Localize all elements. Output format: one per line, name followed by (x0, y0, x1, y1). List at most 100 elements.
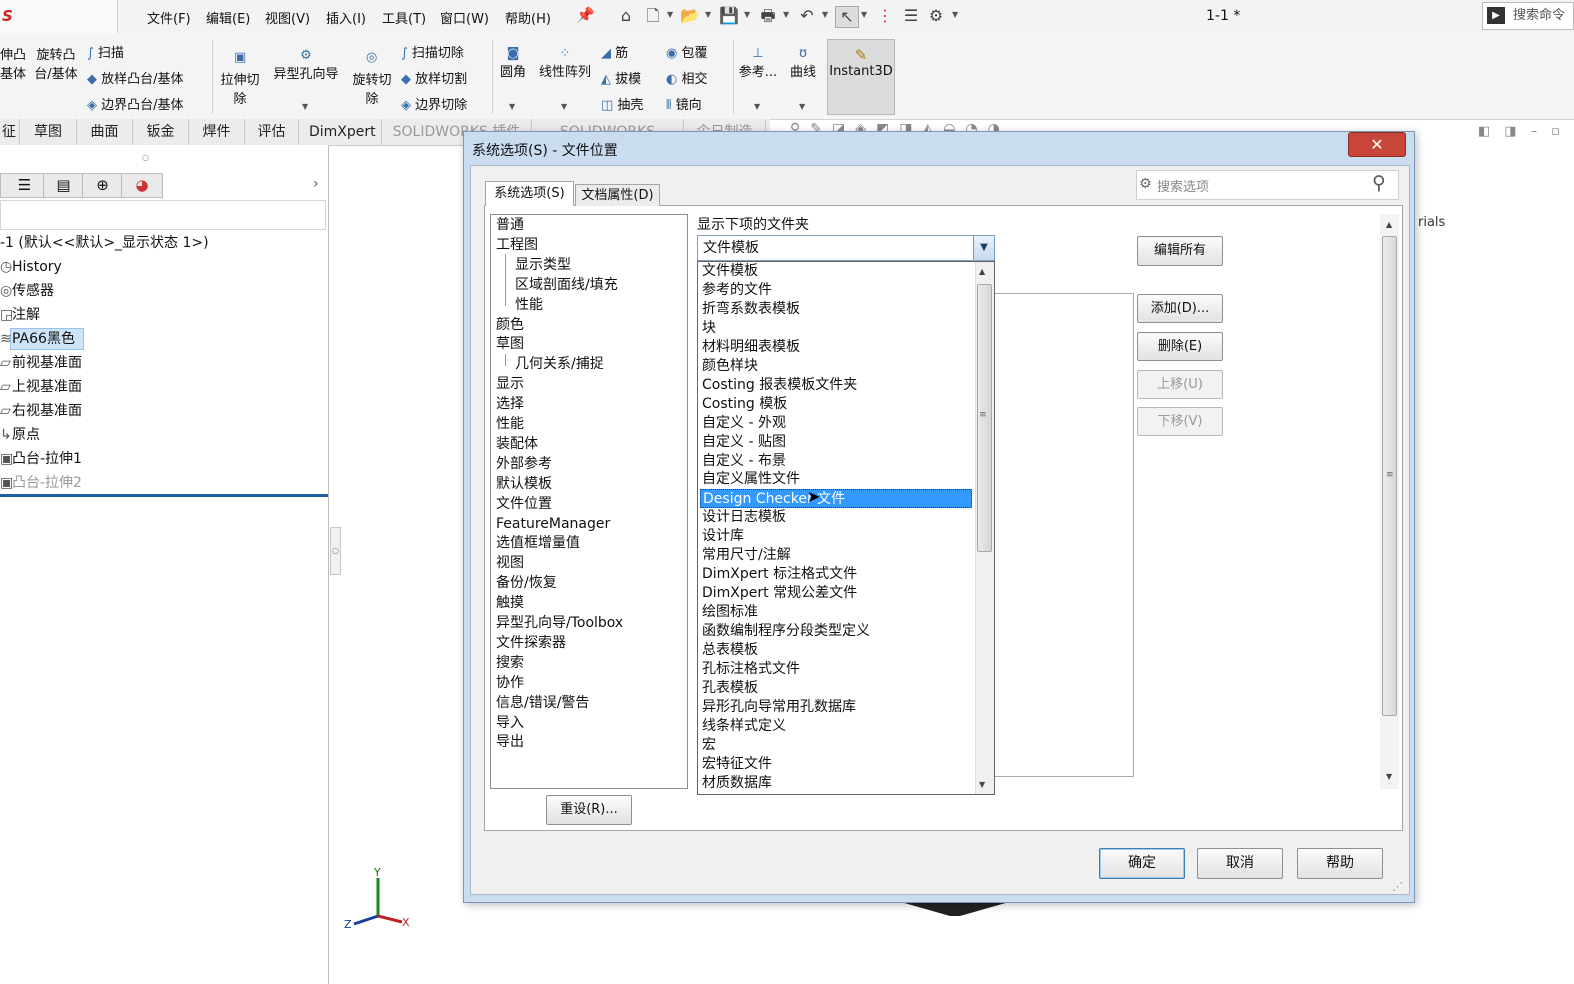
menu-insert[interactable]: 插入(I) (326, 8, 366, 27)
dropdown-option[interactable]: 线条样式定义 (700, 717, 972, 736)
chevron-down-icon[interactable]: ▼ (754, 102, 760, 111)
chevron-down-icon[interactable]: ▼ (705, 10, 711, 19)
scroll-down-icon[interactable]: ▼ (979, 780, 985, 789)
chevron-down-icon[interactable]: ▼ (822, 10, 828, 19)
chevron-down-icon[interactable]: ▼ (861, 10, 867, 19)
dropdown-option[interactable]: DimXpert 标注格式文件 (700, 565, 972, 584)
mirror-button[interactable]: ⫴ 镜向 (666, 94, 702, 113)
dropdown-option[interactable]: 函数编制程序分段类型定义 (700, 622, 972, 641)
chevron-down-icon[interactable]: ▼ (744, 10, 750, 19)
tree-item-front-plane[interactable]: ▱前视基准面 (0, 352, 82, 374)
category-item[interactable]: 草图 (496, 334, 524, 354)
scroll-up-icon[interactable]: ▲ (979, 267, 985, 276)
category-item[interactable]: 文件探索器 (496, 633, 566, 653)
menu-window[interactable]: 窗口(W) (440, 8, 489, 27)
tree-item-boss-extrude1[interactable]: ▣凸台-拉伸1 (0, 448, 82, 470)
chevron-down-icon[interactable]: ▼ (973, 236, 994, 260)
dropdown-option[interactable]: 材质数据库 (700, 774, 972, 793)
dropdown-option-selected[interactable]: Design Checker 文件 (700, 489, 972, 509)
move-up-button[interactable]: 上移(U) (1137, 370, 1223, 399)
dropdown-option[interactable]: 异形孔向导常用孔数据库 (700, 698, 972, 717)
dropdown-option[interactable]: 自定义 - 布景 (700, 452, 972, 471)
curves-button[interactable]: ʊ 曲线 (786, 44, 820, 82)
rollback-bar[interactable] (0, 494, 328, 497)
new-document-icon[interactable]: 🗋 (642, 6, 664, 26)
chevron-down-icon[interactable]: ▼ (799, 102, 805, 111)
ok-button[interactable]: 确定 (1099, 848, 1185, 879)
panel-grip-icon[interactable]: ○ (142, 153, 149, 162)
solidworks-logo[interactable]: S SOLIDWORKS (0, 0, 118, 58)
feature-tree-tab-icon[interactable]: ☰ (6, 174, 44, 197)
dropdown-option[interactable]: 设计库 (700, 527, 972, 546)
category-item[interactable]: 信息/错误/警告 (496, 693, 589, 713)
category-item[interactable]: 视图 (496, 553, 524, 573)
hole-wizard-button[interactable]: ⚙ 异型孔向导 (270, 46, 342, 84)
category-item[interactable]: 外部参考 (496, 454, 552, 474)
tab-features[interactable]: 征 (0, 119, 20, 145)
dropdown-option[interactable]: 自定义 - 外观 (700, 414, 972, 433)
add-button[interactable]: 添加(D)... (1137, 294, 1223, 323)
save-icon[interactable]: 💾 (718, 6, 740, 26)
category-item[interactable]: 普通 (496, 215, 524, 235)
dropdown-option[interactable]: 宏特征文件 (700, 755, 972, 774)
dropdown-option[interactable]: 设计日志模板 (700, 508, 972, 527)
tab-system-options[interactable]: 系统选项(S) (485, 181, 574, 206)
configuration-manager-tab-icon[interactable]: ⊕ (84, 174, 122, 197)
category-item[interactable]: 装配体 (496, 434, 538, 454)
reset-button[interactable]: 重设(R)... (546, 795, 632, 825)
category-item[interactable]: FeatureManager (496, 514, 610, 534)
tab-surfaces[interactable]: 曲面 (77, 119, 133, 145)
category-item[interactable]: 显示 (496, 374, 524, 394)
folder-path-list[interactable] (993, 293, 1134, 777)
tree-item-right-plane[interactable]: ▱右视基准面 (0, 400, 82, 422)
menu-edit[interactable]: 编辑(E) (206, 8, 250, 27)
tab-document-properties[interactable]: 文档属性(D) (575, 184, 660, 206)
revolve-boss-button[interactable]: 旋转凸 台/基体 (32, 46, 80, 84)
loft-boss-button[interactable]: ◆ 放样凸台/基体 (87, 68, 184, 87)
menu-view[interactable]: 视图(V) (265, 8, 310, 27)
chevron-down-icon[interactable]: ▼ (952, 10, 958, 19)
category-item[interactable]: 默认模板 (496, 474, 552, 494)
category-item[interactable]: 导入 (496, 713, 524, 733)
cancel-button[interactable]: 取消 (1197, 848, 1283, 879)
menu-tools[interactable]: 工具(T) (382, 8, 426, 27)
dropdown-option[interactable]: 绘图标准 (700, 603, 972, 622)
open-folder-icon[interactable]: 📂 (679, 6, 701, 26)
chevron-down-icon[interactable]: ▼ (302, 102, 308, 111)
dropdown-option[interactable]: 参考的文件 (700, 281, 972, 300)
boundary-boss-button[interactable]: ◈ 边界凸台/基体 (87, 94, 184, 113)
dropdown-option[interactable]: 宏 (700, 736, 972, 755)
dropdown-option[interactable]: 颜色样块 (700, 357, 972, 376)
dialog-close-button[interactable]: ✕ (1348, 132, 1406, 157)
linear-pattern-button[interactable]: ⁘ 线性阵列 (536, 44, 594, 82)
feature-tree-filter[interactable] (0, 200, 326, 230)
lofted-cut-button[interactable]: ◆ 放样切割 (401, 68, 467, 87)
tab-weldments[interactable]: 焊件 (189, 119, 245, 145)
dropdown-option[interactable]: 孔表模板 (700, 679, 972, 698)
chevron-down-icon[interactable]: ▼ (509, 102, 515, 111)
tab-sketch[interactable]: 草图 (20, 119, 77, 145)
category-item[interactable]: 几何关系/捕捉 (515, 354, 604, 374)
category-item[interactable]: 备份/恢复 (496, 573, 557, 593)
window-controls[interactable]: ◧◨–▫ (1478, 124, 1574, 139)
file-properties-icon[interactable]: ☰ (900, 6, 922, 26)
undo-icon[interactable]: ↶ (796, 6, 818, 26)
dropdown-option[interactable]: 块 (700, 319, 972, 338)
edit-all-button[interactable]: 编辑所有 (1137, 236, 1223, 266)
boundary-cut-button[interactable]: ◈ 边界切除 (401, 94, 467, 113)
dropdown-option[interactable]: Costing 报表模板文件夹 (700, 376, 972, 395)
instant3d-button[interactable]: ✎ Instant3D (827, 39, 895, 115)
tab-evaluate[interactable]: 评估 (245, 119, 299, 145)
category-item[interactable]: 导出 (496, 732, 524, 752)
chevron-down-icon[interactable]: ▼ (667, 10, 673, 19)
category-item[interactable]: 文件位置 (496, 494, 552, 514)
gear-icon[interactable]: ⚙ (925, 6, 947, 26)
dropdown-option[interactable]: 折弯系数表模板 (700, 300, 972, 319)
category-item[interactable]: 选值框增量值 (496, 533, 580, 553)
tree-item-top-plane[interactable]: ▱上视基准面 (0, 376, 82, 398)
panel-splitter-handle[interactable]: ○ (330, 527, 341, 575)
home-icon[interactable]: ⌂ (615, 6, 637, 26)
tab-dimxpert[interactable]: DimXpert (299, 119, 382, 145)
dropdown-option[interactable]: 孔标注格式文件 (700, 660, 972, 679)
dropdown-option[interactable]: 文件模板 (700, 262, 972, 281)
